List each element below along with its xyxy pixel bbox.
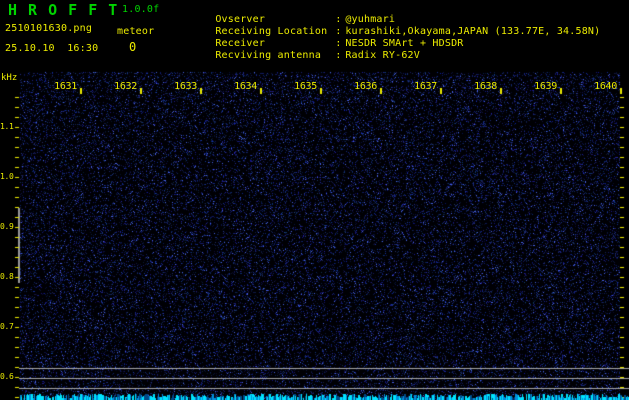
app-version: 1.0.0f [122,4,160,15]
freq-tick-label: 0.7 [0,322,14,331]
hrofft-window: H R O F F T 1.0.0f 2510101630.png meteor… [0,0,629,400]
info-value: kurashiki,Okayama,JAPAN (133.77E, 34.58N… [345,26,601,37]
time-tick-label: 1638 [474,81,497,92]
time-tick-label: 1639 [534,81,557,92]
observation-datetime: 25.10.10 16:30 [5,43,99,54]
info-separator: : [335,50,342,61]
time-tick-label: 1633 [174,81,197,92]
meteor-counter-value: 0 [129,40,137,54]
info-label: Receiving Location [215,26,328,37]
meteor-counter-label: meteor [117,26,155,37]
info-label: Ovserver [215,14,266,25]
time-tick-label: 1634 [234,81,257,92]
time-tick-label: 1631 [54,81,77,92]
station-info: Ovserver: @yuhmari Receiving Location: kur… [178,3,601,61]
app-title: H R O F F T [8,1,119,19]
info-separator: : [335,26,342,37]
freq-tick-label: 1.1 [0,122,14,131]
time-tick-label: 1637 [414,81,437,92]
info-row-observer: Ovserver: @yuhmari [178,3,600,25]
freq-tick-label: 0.9 [0,222,14,231]
time-tick-label: 1632 [114,81,137,92]
freq-tick-label: 1.0 [0,172,14,181]
time-tick-label: 1636 [354,81,377,92]
y-axis-unit-label: kHz [1,73,18,83]
info-label: Receiver [215,38,266,49]
info-separator: : [335,14,342,25]
freq-tick-label: 0.6 [0,372,14,381]
info-value: NESDR SMArt + HDSDR [345,38,464,49]
info-value: @yuhmari [345,14,396,25]
time-tick-label: 1640 [594,81,617,92]
info-value: Radix RY-62V [345,50,420,61]
info-separator: : [335,38,342,49]
time-tick-label: 1635 [294,81,317,92]
freq-tick-label: 0.8 [0,272,14,281]
info-label: Recviving antenna [215,50,322,61]
output-filename: 2510101630.png [5,23,93,34]
